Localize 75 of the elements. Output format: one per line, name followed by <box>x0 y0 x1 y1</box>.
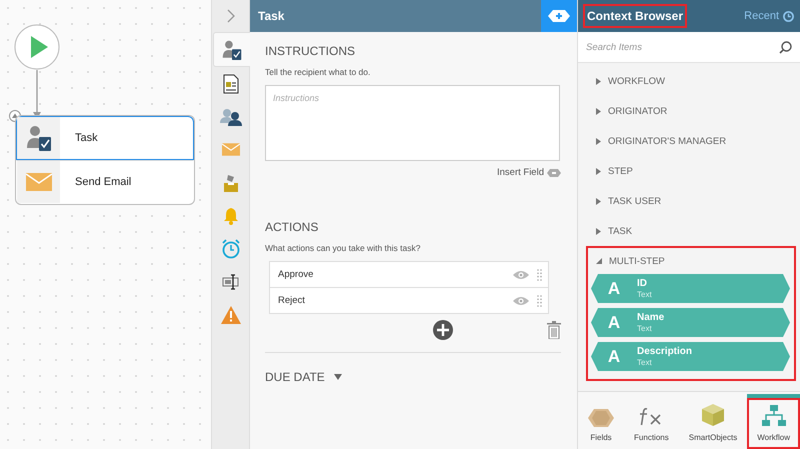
bell-icon <box>223 206 239 224</box>
collapsed-caret-icon <box>596 108 601 114</box>
bottom-tab[interactable]: Fields <box>578 390 624 449</box>
collapsed-caret-icon <box>596 138 601 144</box>
bottom-tab[interactable]: SmartObjects <box>678 390 748 449</box>
collapsed-caret-icon <box>596 228 601 234</box>
panel-title: Task <box>258 9 286 23</box>
field-type: Text <box>637 290 652 300</box>
insert-field-link[interactable]: Insert Field <box>497 167 544 178</box>
collapsed-caret-icon <box>596 78 601 84</box>
add-icon[interactable] <box>433 320 453 340</box>
search-field[interactable]: Search Items <box>578 32 800 63</box>
warning-icon <box>221 306 241 324</box>
field-type: Text <box>637 324 653 334</box>
expanded-caret-icon <box>596 258 602 264</box>
field-name: Description <box>637 346 692 358</box>
chevron-right-icon[interactable] <box>226 9 234 23</box>
step-label: Send Email <box>75 176 132 188</box>
step-label: Task <box>75 132 98 144</box>
search-icon[interactable] <box>779 40 792 54</box>
section-description: Tell the recipient what to do. <box>265 67 372 77</box>
field-type: Text <box>637 358 653 368</box>
bottom-tab[interactable]: Functions <box>624 390 679 449</box>
text-type-icon: A <box>597 346 631 366</box>
hexagon-icon <box>588 409 614 427</box>
clock-icon[interactable] <box>783 10 794 22</box>
section-description: What actions can you take with this task? <box>265 243 422 253</box>
inbox-icon <box>223 172 239 192</box>
eye-icon[interactable] <box>513 296 529 306</box>
action-row[interactable]: Approve <box>270 262 548 287</box>
caret-icon[interactable] <box>334 374 342 380</box>
user-clipboard-icon <box>26 124 52 152</box>
text-type-icon: A <box>597 312 631 332</box>
text-cursor-box-icon <box>222 274 240 290</box>
user-clipboard-icon <box>222 38 242 60</box>
collapsed-caret-icon <box>596 198 601 204</box>
drag-handle-icon[interactable] <box>537 294 542 306</box>
workflow-step[interactable]: Send Email <box>16 160 194 204</box>
panel-title: Context Browser <box>583 4 688 28</box>
due-date-section[interactable]: DUE DATE <box>265 370 325 384</box>
action-row[interactable]: Reject <box>270 287 548 313</box>
tree-item[interactable]: STEP <box>588 158 794 184</box>
tree-item[interactable]: TASK USER <box>588 188 794 214</box>
recent-button[interactable]: Recent <box>744 10 779 22</box>
cube-icon <box>701 403 725 427</box>
tree-item[interactable]: ORIGINATOR'S MANAGER <box>588 128 794 154</box>
tree-item[interactable]: ORIGINATOR <box>588 98 794 124</box>
text-type-icon: A <box>597 278 631 298</box>
eye-icon[interactable] <box>513 270 529 280</box>
tag-icon <box>547 168 561 176</box>
stopwatch-icon <box>222 238 240 258</box>
start-node[interactable] <box>14 24 60 70</box>
section-heading: INSTRUCTIONS <box>265 44 356 58</box>
field-name: ID <box>637 278 648 290</box>
side-tab[interactable] <box>212 32 250 67</box>
section-heading: ACTIONS <box>265 220 320 234</box>
context-browser-toggle[interactable] <box>541 0 577 32</box>
action-label: Approve <box>278 269 314 280</box>
plus-tag-icon <box>548 10 570 22</box>
envelope-icon <box>26 173 52 191</box>
trash-icon[interactable] <box>547 321 561 339</box>
tree-item[interactable]: TASK <box>588 218 794 244</box>
action-label: Reject <box>278 295 306 306</box>
tree-item[interactable]: MULTI-STEP <box>588 248 794 274</box>
users-icon <box>220 108 242 126</box>
tree-item[interactable]: WORKFLOW <box>588 68 794 94</box>
envelope-icon <box>222 143 240 156</box>
instructions-field[interactable]: Instructions <box>265 85 560 161</box>
drag-handle-icon[interactable] <box>537 268 542 280</box>
field-name: Name <box>637 312 664 324</box>
workflow-step[interactable]: Task <box>16 116 194 160</box>
form-icon <box>223 74 239 94</box>
search-input[interactable]: Search Items <box>586 42 779 52</box>
hierarchy-icon <box>762 405 786 427</box>
collapsed-caret-icon <box>596 168 601 174</box>
